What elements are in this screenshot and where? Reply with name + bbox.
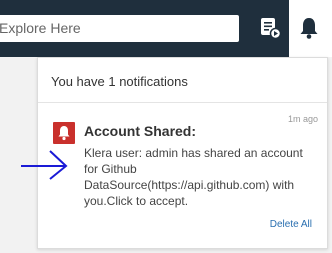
notification-title: Account Shared: bbox=[84, 123, 197, 139]
notifications-panel: You have 1 notifications 1m ago Account … bbox=[37, 57, 328, 249]
feed-button[interactable] bbox=[258, 16, 282, 40]
annotation-arrow-icon bbox=[21, 150, 68, 180]
top-bar: Explore Here bbox=[0, 0, 332, 57]
notifications-header: You have 1 notifications bbox=[38, 58, 327, 103]
notifications-tab[interactable] bbox=[289, 0, 332, 57]
delete-all-link[interactable]: Delete All bbox=[270, 219, 312, 230]
notification-body[interactable]: Klera user: admin has shared an account … bbox=[84, 145, 320, 209]
notifications-title: You have 1 notifications bbox=[51, 74, 188, 89]
notification-item[interactable]: 1m ago Account Shared: Klera user: admin… bbox=[38, 104, 327, 214]
notification-time: 1m ago bbox=[287, 114, 318, 124]
search-input[interactable]: Explore Here bbox=[0, 15, 239, 42]
search-placeholder: Explore Here bbox=[0, 20, 81, 36]
feed-icon bbox=[261, 18, 282, 40]
notification-bell-icon bbox=[53, 122, 75, 144]
notifications-button[interactable] bbox=[298, 16, 320, 40]
bell-icon bbox=[300, 18, 318, 39]
